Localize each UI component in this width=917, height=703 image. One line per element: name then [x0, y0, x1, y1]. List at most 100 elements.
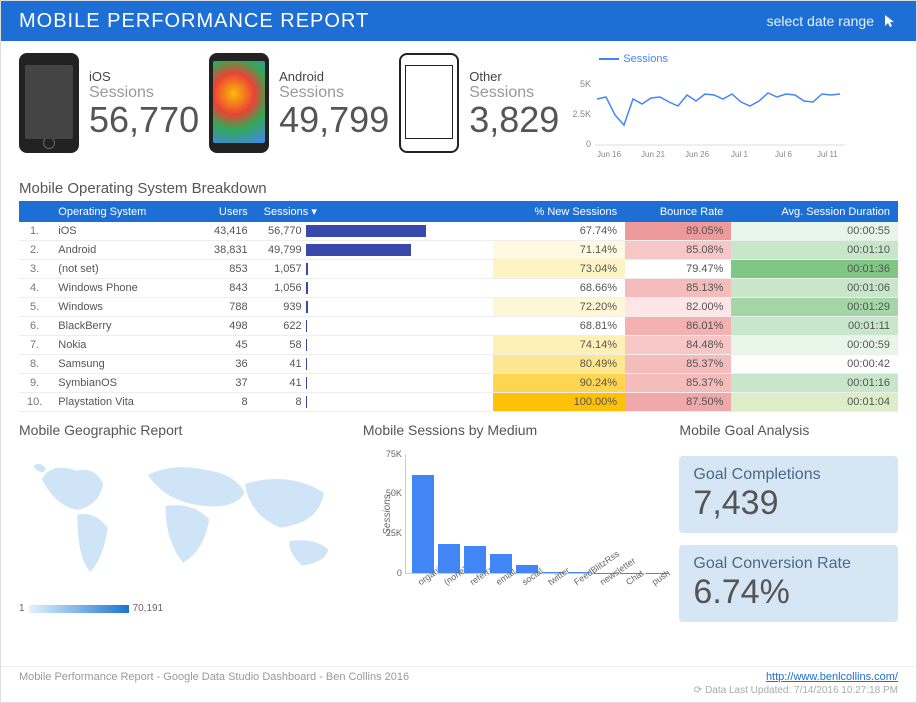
row-bounce: 82.00% [625, 298, 731, 317]
goals-panel: Mobile Goal Analysis Goal Completions 7,… [679, 422, 898, 622]
table-row[interactable]: 6.BlackBerry49862268.81%86.01%00:01:11 [19, 317, 898, 336]
sparkline-chart: 5K 2.5K 0 Jun 16Jun 21Jun 26 Jul 1Jul 6J… [569, 65, 849, 165]
ytick: 25K [386, 528, 402, 538]
row-duration: 00:01:16 [731, 374, 898, 393]
bar-label: push [650, 568, 672, 587]
row-idx: 3. [19, 260, 50, 279]
row-os: Windows Phone [50, 279, 189, 298]
row-new: 90.24% [493, 374, 625, 393]
footer: Mobile Performance Report - Google Data … [1, 666, 916, 702]
date-range-selector[interactable]: select date range [767, 13, 898, 29]
row-users: 37 [189, 374, 255, 393]
medium-panel: Mobile Sessions by Medium Sessions 75K 5… [363, 422, 664, 622]
medium-bar-chart[interactable]: Sessions 75K 50K 25K 0 organic(none)refe… [363, 444, 664, 614]
row-bounce: 89.05% [625, 222, 731, 241]
col-new-sessions[interactable]: % New Sessions [493, 201, 625, 222]
row-duration: 00:01:04 [731, 393, 898, 412]
row-users: 788 [189, 298, 255, 317]
row-os: (not set) [50, 260, 189, 279]
svg-text:Jun 26: Jun 26 [685, 150, 710, 159]
footer-updated: ⟳ Data Last Updated: 7/14/2016 10:27:18 … [19, 685, 898, 696]
goal-rate-card: Goal Conversion Rate 6.74% [679, 545, 898, 622]
table-row[interactable]: 9.SymbianOS374190.24%85.37%00:01:16 [19, 374, 898, 393]
footer-link[interactable]: http://www.benlcollins.com/ [766, 671, 898, 683]
sessions-sparkline[interactable]: Sessions 5K 2.5K 0 Jun 16Jun 21Jun 26 Ju… [569, 53, 898, 170]
row-new: 71.14% [493, 241, 625, 260]
row-new: 72.20% [493, 298, 625, 317]
row-os: Windows [50, 298, 189, 317]
row-os: Samsung [50, 355, 189, 374]
ytick: 0 [397, 568, 402, 578]
geo-title: Mobile Geographic Report [19, 422, 347, 438]
row-os: Android [50, 241, 189, 260]
row-duration: 00:01:06 [731, 279, 898, 298]
row-users: 36 [189, 355, 255, 374]
row-sessions: 41 [256, 355, 494, 374]
row-idx: 7. [19, 336, 50, 355]
os-breakdown-table[interactable]: Operating System Users Sessions ▾ % New … [19, 201, 898, 412]
bar-organic[interactable] [412, 475, 434, 573]
android-stat: Android Sessions 49,799 [209, 53, 389, 153]
col-users[interactable]: Users [189, 201, 255, 222]
sparkline-legend: Sessions [569, 53, 898, 65]
row-duration: 00:00:42 [731, 355, 898, 374]
row-users: 45 [189, 336, 255, 355]
android-label: Android [279, 69, 389, 84]
row-new: 80.49% [493, 355, 625, 374]
goals-title: Mobile Goal Analysis [679, 422, 898, 438]
row-new: 74.14% [493, 336, 625, 355]
row-sessions: 622 [256, 317, 494, 336]
col-bounce[interactable]: Bounce Rate [625, 201, 731, 222]
date-range-label: select date range [767, 13, 874, 29]
report-container: MOBILE PERFORMANCE REPORT select date ra… [0, 0, 917, 703]
svg-text:Jul 1: Jul 1 [731, 150, 748, 159]
row-idx: 10. [19, 393, 50, 412]
goal-completions-label: Goal Completions [693, 466, 884, 484]
svg-text:5K: 5K [580, 79, 591, 89]
row-bounce: 85.13% [625, 279, 731, 298]
table-row[interactable]: 4.Windows Phone8431,05668.66%85.13%00:01… [19, 279, 898, 298]
row-bounce: 85.37% [625, 355, 731, 374]
map-gradient [29, 605, 129, 613]
svg-text:Jul 6: Jul 6 [775, 150, 792, 159]
row-sessions: 1,056 [256, 279, 494, 298]
row-sessions: 49,799 [256, 241, 494, 260]
ios-label: iOS [89, 69, 199, 84]
table-row[interactable]: 5.Windows78893972.20%82.00%00:01:29 [19, 298, 898, 317]
col-os[interactable]: Operating System [50, 201, 189, 222]
row-bounce: 84.48% [625, 336, 731, 355]
row-users: 843 [189, 279, 255, 298]
ytick: 50K [386, 488, 402, 498]
table-row[interactable]: 2.Android38,83149,79971.14%85.08%00:01:1… [19, 241, 898, 260]
row-duration: 00:01:36 [731, 260, 898, 279]
row-sessions: 41 [256, 374, 494, 393]
row-duration: 00:01:11 [731, 317, 898, 336]
row-users: 853 [189, 260, 255, 279]
row-new: 68.81% [493, 317, 625, 336]
row-idx: 5. [19, 298, 50, 317]
row-new: 100.00% [493, 393, 625, 412]
row-new: 67.74% [493, 222, 625, 241]
table-row[interactable]: 3.(not set)8531,05773.04%79.47%00:01:36 [19, 260, 898, 279]
row-duration: 00:01:10 [731, 241, 898, 260]
col-sessions[interactable]: Sessions ▾ [256, 201, 494, 222]
table-row[interactable]: 10.Playstation Vita88100.00%87.50%00:01:… [19, 393, 898, 412]
map-legend-max: 70,191 [133, 603, 164, 614]
goal-rate-value: 6.74% [693, 573, 884, 612]
ios-value: 56,770 [89, 102, 199, 138]
android-value: 49,799 [279, 102, 389, 138]
android-phone-icon [209, 53, 269, 153]
row-idx: 6. [19, 317, 50, 336]
col-duration[interactable]: Avg. Session Duration [731, 201, 898, 222]
table-row[interactable]: 7.Nokia455874.14%84.48%00:00:59 [19, 336, 898, 355]
svg-text:2.5K: 2.5K [573, 109, 592, 119]
row-sessions: 56,770 [256, 222, 494, 241]
row-users: 43,416 [189, 222, 255, 241]
row-bounce: 85.08% [625, 241, 731, 260]
world-map[interactable] [19, 444, 347, 594]
table-row[interactable]: 8.Samsung364180.49%85.37%00:00:42 [19, 355, 898, 374]
col-idx[interactable] [19, 201, 50, 222]
ios-stat: iOS Sessions 56,770 [19, 53, 199, 153]
table-row[interactable]: 1.iOS43,41656,77067.74%89.05%00:00:55 [19, 222, 898, 241]
row-bounce: 86.01% [625, 317, 731, 336]
